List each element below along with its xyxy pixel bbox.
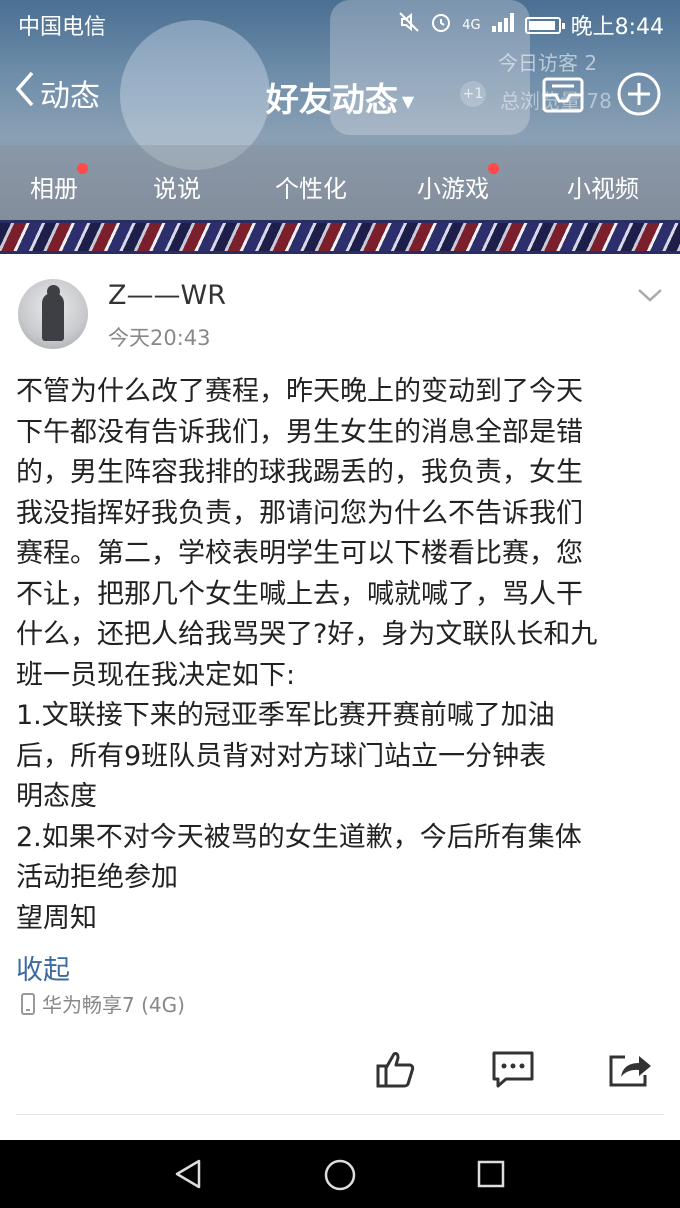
- tab-personalize[interactable]: 个性化: [275, 169, 347, 204]
- post-content: 不管为什么改了赛程，昨天晚上的变动到了今天 下午都没有告诉我们，男生女生的消息全…: [16, 372, 661, 939]
- tab-label: 个性化: [275, 175, 347, 203]
- thumbs-up-icon: [376, 1052, 415, 1088]
- post-line: 下午都没有告诉我们，男生女生的消息全部是错: [16, 416, 583, 448]
- triangle-back-icon: [175, 1159, 201, 1189]
- post-line: 1.文联接下来的冠亚季军比赛开赛前喊了加油: [16, 700, 555, 731]
- post-divider: [16, 1114, 664, 1115]
- nav-home-button[interactable]: [323, 1158, 357, 1196]
- avatar-figure: [42, 293, 64, 341]
- tab-label: 说说: [153, 175, 201, 203]
- tab-label: 小游戏: [417, 175, 489, 203]
- tab-album[interactable]: 相册: [30, 163, 88, 204]
- alarm-icon: [430, 11, 452, 39]
- device-label: 华为畅享7 (4G): [42, 993, 185, 1017]
- mute-icon: [398, 11, 420, 39]
- post-line: 2.如果不对今天被骂的女生道歉，今后所有集体: [16, 821, 582, 853]
- total-count: 78: [586, 89, 612, 113]
- comment-icon: [492, 1051, 534, 1088]
- tab-mini-games[interactable]: 小游戏: [417, 163, 499, 204]
- tab-label: 相册: [30, 175, 78, 203]
- share-button[interactable]: [607, 1049, 653, 1093]
- post-line: 赛程。第二，学校表明学生可以下楼看比赛，您: [16, 538, 583, 569]
- post-line: 不让，把那几个女生喊上去，喊就喊了，骂人干: [16, 578, 583, 610]
- notification-dot: [488, 163, 499, 174]
- battery-icon: [524, 16, 565, 34]
- post-line: 什么，还把人给我骂哭了?好，身为文联队长和九: [16, 619, 598, 650]
- post-line: 明态度: [16, 781, 97, 812]
- status-right: 4G 晚上8:44: [398, 9, 664, 41]
- post-line: 不管为什么改了赛程，昨天晚上的变动到了今天: [16, 376, 583, 407]
- square-recents-icon: [477, 1160, 505, 1188]
- post-line: 后，所有9班队员背对对方球门站立一分钟表: [16, 740, 547, 772]
- post-line: 活动拒绝参加: [16, 862, 178, 893]
- collapse-link[interactable]: 收起: [16, 948, 70, 987]
- clock-label: 晚上8:44: [570, 15, 664, 40]
- post-line: 的，男生阵容我排的球我踢丢的，我负责，女生: [16, 457, 583, 488]
- post-menu-button[interactable]: [636, 286, 664, 308]
- circle-home-icon: [324, 1159, 356, 1191]
- signal-icon: [491, 12, 515, 38]
- tab-mini-video[interactable]: 小视频: [567, 169, 639, 204]
- page-title-text: 好友动态: [265, 80, 398, 119]
- mail-icon: [542, 77, 584, 113]
- network-label: 4G: [462, 17, 481, 33]
- plus-circle-icon: [617, 72, 661, 116]
- system-nav-bar: [0, 1140, 680, 1208]
- post-line: 我没指挥好我负责，那请问您为什么不告诉我们: [16, 497, 583, 529]
- post-time: 今天20:43: [108, 326, 211, 350]
- tab-bar: 相册 说说 个性化 小游戏 小视频: [0, 145, 680, 220]
- mail-button[interactable]: [540, 71, 586, 121]
- decorative-banner-strip: [0, 220, 680, 254]
- share-icon: [609, 1055, 651, 1087]
- nav-bar: 动态 好友动态 ▼ 今日访客 2 +1 总浏览量 78: [0, 51, 680, 135]
- post-line: 班一员现在我决定如下:: [16, 659, 296, 691]
- status-bar: 中国电信 4G 晚上8:44: [0, 0, 680, 45]
- chevron-down-icon: [638, 289, 662, 302]
- nav-back-button[interactable]: [172, 1158, 204, 1194]
- tab-shuoshuo[interactable]: 说说: [153, 169, 201, 204]
- caret-down-icon: ▼: [401, 92, 415, 111]
- header-background: 中国电信 4G 晚上8:44 动态 好友动态 ▼ 今日访客 2 +1 总浏览量 …: [0, 0, 680, 220]
- avatar[interactable]: [18, 279, 88, 349]
- phone-icon: [21, 992, 35, 1015]
- nav-recents-button[interactable]: [475, 1158, 507, 1194]
- add-button[interactable]: [616, 71, 662, 121]
- post-username[interactable]: Z——WR: [108, 280, 226, 311]
- visitors-count: 2: [584, 51, 598, 75]
- post-line: 望周知: [16, 902, 97, 934]
- like-button[interactable]: [375, 1049, 417, 1093]
- notification-dot: [77, 163, 88, 174]
- carrier-label: 中国电信: [18, 15, 107, 40]
- comment-button[interactable]: [490, 1049, 536, 1093]
- tab-label: 小视频: [567, 175, 639, 203]
- plus-one-badge: +1: [460, 81, 486, 107]
- post-device: 华为畅享7 (4G): [20, 989, 185, 1018]
